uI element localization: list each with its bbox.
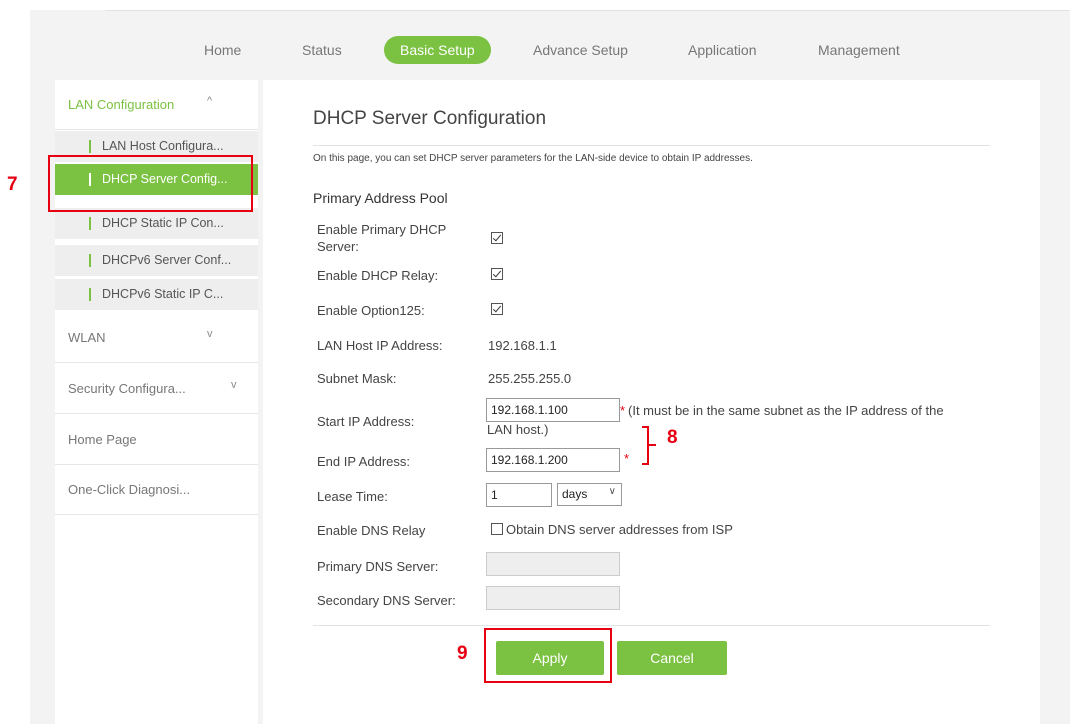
lan-host-ip-label: LAN Host IP Address: [317, 338, 443, 353]
lan-host-ip-value: 192.168.1.1 [488, 338, 557, 353]
annotation-label-7: 7 [7, 174, 18, 195]
sidebar-group-label: One-Click Diagnosi... [68, 482, 191, 497]
sidebar-item-label: LAN Host Configura... [102, 139, 224, 153]
start-ip-label: Start IP Address: [317, 414, 415, 429]
chevron-down-icon: v [231, 379, 237, 391]
end-ip-input[interactable]: 192.168.1.200 [486, 448, 620, 472]
primary-dns-label: Primary DNS Server: [317, 559, 439, 574]
primary-dns-input[interactable] [486, 552, 620, 576]
item-marker [89, 140, 91, 153]
item-marker [89, 254, 91, 267]
sidebar-item-label: DHCPv6 Server Conf... [102, 253, 232, 267]
nav-basic-setup[interactable]: Basic Setup [384, 36, 491, 64]
sidebar-group-one-click-diagnosis[interactable]: One-Click Diagnosi... [55, 465, 258, 515]
sidebar-group-lan-configuration[interactable]: LAN Configuration ^ [55, 80, 258, 130]
item-marker [89, 217, 91, 230]
enable-primary-dhcp-checkbox[interactable] [491, 232, 503, 244]
start-ip-note-line1: (It must be in the same subnet as the IP… [628, 403, 944, 418]
sidebar-item-dhcpv6-static-ip[interactable]: DHCPv6 Static IP C... [55, 279, 258, 310]
sidebar-group-label: LAN Configuration [68, 97, 175, 112]
required-marker: * [620, 403, 626, 418]
start-ip-input[interactable]: 192.168.1.100 [486, 398, 620, 422]
chevron-down-icon: ∨ [608, 486, 616, 497]
subnet-mask-label: Subnet Mask: [317, 371, 397, 386]
cancel-button[interactable]: Cancel [617, 641, 727, 675]
annotation-box-9 [484, 628, 612, 683]
required-marker: * [624, 451, 630, 466]
select-value: days [562, 487, 588, 501]
divider [55, 239, 258, 240]
sidebar-item-dhcp-static-ip[interactable]: DHCP Static IP Con... [55, 208, 258, 239]
annotation-bracket-tick [648, 444, 656, 446]
enable-option125-checkbox[interactable] [491, 303, 503, 315]
page-description: On this page, you can set DHCP server pa… [313, 153, 753, 164]
nav-management[interactable]: Management [818, 36, 900, 64]
lease-time-input[interactable]: 1 [486, 483, 552, 507]
nav-application[interactable]: Application [688, 36, 757, 64]
divider [313, 145, 990, 146]
sidebar-group-label: Home Page [68, 432, 137, 447]
chevron-down-icon: v [207, 328, 213, 340]
enable-option125-label: Enable Option125: [317, 303, 425, 318]
enable-primary-dhcp-label: Enable Primary DHCP Server: [317, 222, 447, 254]
section-title: Primary Address Pool [313, 190, 448, 206]
nav-home[interactable]: Home [204, 36, 241, 64]
enable-dhcp-relay-label: Enable DHCP Relay: [317, 268, 439, 283]
annotation-label-8: 8 [667, 427, 678, 448]
obtain-dns-checkbox[interactable] [491, 523, 503, 535]
divider [55, 276, 258, 277]
nav-advance-setup[interactable]: Advance Setup [533, 36, 628, 64]
secondary-dns-label: Secondary DNS Server: [317, 593, 456, 608]
top-divider [105, 10, 1070, 11]
end-ip-label: End IP Address: [317, 454, 410, 469]
lease-time-unit-select[interactable]: days ∨ [557, 483, 622, 506]
subnet-mask-value: 255.255.255.0 [488, 371, 572, 386]
router-admin-page: Home Status Basic Setup Advance Setup Ap… [0, 0, 1090, 724]
sidebar-group-wlan[interactable]: WLAN v [55, 313, 258, 363]
sidebar-group-security-configuration[interactable]: Security Configura... v [55, 364, 258, 414]
top-nav: Home Status Basic Setup Advance Setup Ap… [0, 36, 1090, 64]
item-marker [89, 288, 91, 301]
secondary-dns-input[interactable] [486, 586, 620, 610]
divider [313, 625, 990, 626]
annotation-label-9: 9 [457, 643, 468, 664]
dns-relay-label: Enable DNS Relay [317, 523, 426, 538]
sidebar-group-label: WLAN [68, 330, 106, 345]
start-ip-note-line2: LAN host.) [487, 422, 549, 437]
annotation-box-7 [48, 155, 253, 212]
enable-dhcp-relay-checkbox[interactable] [491, 268, 503, 280]
sidebar-group-label: Security Configura... [68, 381, 186, 396]
main-content: DHCP Server Configuration On this page, … [263, 80, 1040, 724]
obtain-dns-label: Obtain DNS server addresses from ISP [506, 522, 733, 537]
chevron-up-icon: ^ [207, 95, 213, 107]
sidebar-item-label: DHCP Static IP Con... [102, 216, 224, 230]
lease-time-label: Lease Time: [317, 489, 388, 504]
sidebar-item-dhcpv6-server[interactable]: DHCPv6 Server Conf... [55, 245, 258, 276]
nav-status[interactable]: Status [302, 36, 342, 64]
sidebar-group-home-page[interactable]: Home Page [55, 415, 258, 465]
page-title: DHCP Server Configuration [313, 108, 547, 129]
sidebar-item-label: DHCPv6 Static IP C... [102, 287, 224, 301]
